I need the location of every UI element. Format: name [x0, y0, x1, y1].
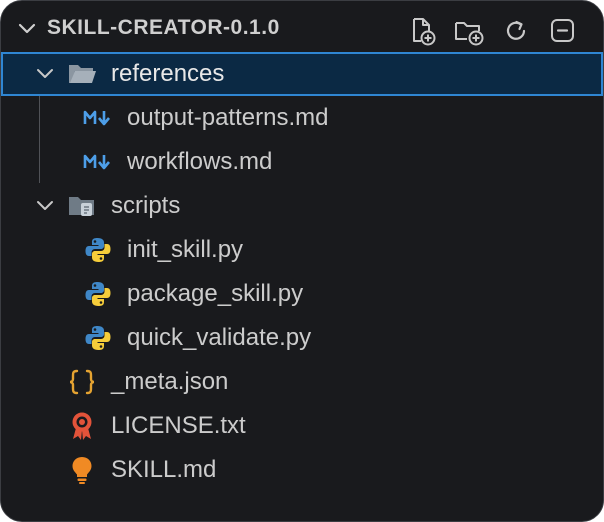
tree-item-label: workflows.md — [127, 148, 273, 175]
tree-item-label: SKILL.md — [111, 456, 217, 483]
chevron-down-icon[interactable] — [34, 63, 56, 85]
new-file-icon[interactable] — [406, 15, 438, 47]
tree-file-package-skill[interactable]: package_skill.py — [1, 272, 603, 316]
tree-item-label: quick_validate.py — [127, 324, 312, 351]
tree-file-skill-md[interactable]: SKILL.md — [1, 448, 603, 492]
license-ribbon-icon — [67, 411, 97, 441]
python-icon — [83, 235, 113, 265]
python-icon — [83, 279, 113, 309]
tree-item-label: output-patterns.md — [127, 104, 329, 131]
chevron-down-icon[interactable] — [34, 195, 56, 217]
tree-item-label: LICENSE.txt — [111, 412, 246, 439]
tree-file-output-patterns[interactable]: output-patterns.md — [1, 96, 603, 140]
tree-item-label: init_skill.py — [127, 236, 244, 263]
file-tree: references output-patterns.md workflows.… — [1, 52, 603, 492]
new-folder-icon[interactable] — [453, 15, 485, 47]
tree-item-label: _meta.json — [111, 368, 229, 395]
scripts-folder-icon — [67, 191, 97, 221]
explorer-header: SKILL-CREATOR-0.1.0 — [1, 1, 603, 57]
tree-file-license[interactable]: LICENSE.txt — [1, 404, 603, 448]
tree-folder-scripts[interactable]: scripts — [1, 184, 603, 228]
json-braces-icon — [67, 367, 97, 397]
tree-file-init-skill[interactable]: init_skill.py — [1, 228, 603, 272]
markdown-icon — [83, 103, 113, 133]
tree-item-label: references — [111, 60, 225, 87]
chevron-down-icon[interactable] — [17, 19, 37, 44]
tree-file-meta-json[interactable]: _meta.json — [1, 360, 603, 404]
folder-open-icon — [67, 59, 97, 89]
tree-file-workflows[interactable]: workflows.md — [1, 140, 603, 184]
python-icon — [83, 323, 113, 353]
refresh-icon[interactable] — [500, 15, 532, 47]
tree-folder-references[interactable]: references — [1, 52, 603, 96]
tree-file-quick-validate[interactable]: quick_validate.py — [1, 316, 603, 360]
explorer-title[interactable]: SKILL-CREATOR-0.1.0 — [47, 16, 280, 40]
tree-item-label: package_skill.py — [127, 280, 304, 307]
explorer-panel: SKILL-CREATOR-0.1.0 references output-pa… — [0, 0, 604, 522]
explorer-actions — [406, 15, 579, 47]
tree-item-label: scripts — [111, 192, 181, 219]
markdown-icon — [83, 147, 113, 177]
collapse-all-icon[interactable] — [547, 15, 579, 47]
lightbulb-icon — [67, 455, 97, 485]
